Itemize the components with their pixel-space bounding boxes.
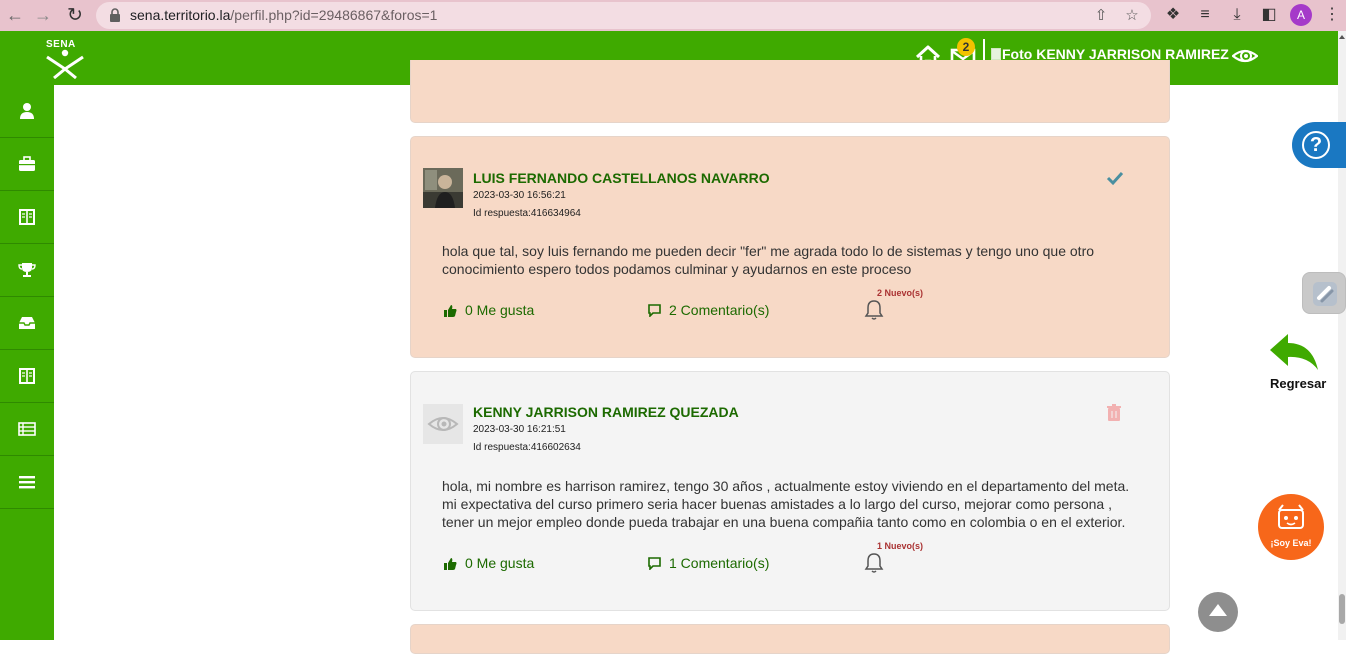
post-date: 2023-03-30 16:56:21 — [473, 190, 566, 201]
bell-icon[interactable] — [864, 552, 884, 574]
back-button-label[interactable]: Regresar — [1270, 376, 1326, 391]
like-button[interactable]: 0 Me gusta — [444, 555, 534, 571]
forum-post: LUIS FERNANDO CASTELLANOS NAVARRO 2023-0… — [410, 136, 1170, 358]
eva-label: ¡Soy Eva! — [1270, 538, 1312, 548]
url-text: sena.territorio.la/perfil.php?id=2948686… — [130, 7, 437, 23]
forum-post-next — [410, 624, 1170, 654]
sidebar-item-achievements[interactable] — [0, 244, 54, 297]
url-host: sena.territorio.la — [130, 7, 231, 23]
reading-list-icon[interactable]: ≡ — [1195, 5, 1215, 25]
post-reply-id: Id respuesta:416602634 — [473, 442, 581, 453]
eva-assistant-button[interactable]: ¡Soy Eva! — [1258, 494, 1324, 560]
like-count: 0 Me gusta — [465, 555, 535, 571]
like-button[interactable]: 0 Me gusta — [444, 302, 534, 318]
mail-count-badge: 2 — [957, 38, 975, 56]
browser-toolbar: ← → ↻ sena.territorio.la/perfil.php?id=2… — [0, 0, 1346, 31]
book-icon — [19, 368, 35, 384]
eva-robot-icon — [1278, 504, 1304, 529]
scroll-to-top-button[interactable] — [1198, 592, 1238, 632]
sidebar-item-portfolio[interactable] — [0, 138, 54, 191]
download-icon[interactable]: ⤓ — [1227, 5, 1247, 25]
inbox-icon — [19, 317, 35, 329]
sidebar-item-list[interactable] — [0, 403, 54, 456]
comments-button[interactable]: 2 Comentario(s) — [648, 302, 769, 318]
comment-count: 2 Comentario(s) — [669, 302, 770, 318]
address-bar[interactable]: sena.territorio.la/perfil.php?id=2948686… — [96, 2, 1151, 29]
post-date: 2023-03-30 16:21:51 — [473, 424, 566, 435]
book-icon — [19, 209, 35, 225]
lock-icon — [110, 8, 120, 22]
help-button[interactable]: ? — [1292, 122, 1346, 168]
menu-icon — [19, 476, 35, 489]
sidebar-item-profile[interactable] — [0, 85, 54, 138]
side-panel-icon[interactable]: ◧ — [1259, 5, 1279, 25]
author-avatar[interactable] — [423, 404, 463, 444]
extensions-puzzle-icon[interactable]: ❖ — [1163, 5, 1183, 25]
sena-logo[interactable]: SENA — [44, 39, 86, 79]
briefcase-icon — [19, 156, 35, 171]
left-sidebar — [0, 85, 54, 640]
extension-widget-button[interactable] — [1302, 272, 1346, 314]
new-notifications-badge: 1 Nuevo(s) — [877, 541, 924, 551]
broken-image-icon — [991, 48, 1001, 60]
sidebar-item-courses[interactable] — [0, 191, 54, 244]
extension-logo-icon — [1313, 282, 1337, 306]
check-icon — [1106, 171, 1124, 186]
trophy-icon — [18, 263, 36, 277]
bookmark-star-icon[interactable]: ☆ — [1123, 7, 1141, 25]
eye-logo-icon[interactable] — [1232, 45, 1258, 67]
post-body: hola, mi nombre es harrison ramirez, ten… — [442, 478, 1130, 530]
trash-icon[interactable] — [1104, 403, 1124, 423]
help-question-icon: ? — [1302, 131, 1330, 159]
comment-icon — [648, 556, 661, 570]
forum-post-previous — [410, 60, 1170, 123]
author-avatar[interactable] — [423, 168, 463, 208]
post-body: hola que tal, soy luis fernando me puede… — [442, 243, 1095, 277]
sena-emblem-icon — [46, 49, 84, 79]
sidebar-item-library[interactable] — [0, 350, 54, 403]
comments-button[interactable]: 1 Comentario(s) — [648, 555, 769, 571]
back-arrow-icon[interactable] — [1268, 332, 1322, 374]
profile-avatar[interactable]: A — [1290, 4, 1312, 26]
post-author[interactable]: LUIS FERNANDO CASTELLANOS NAVARRO — [473, 170, 770, 186]
forum-post: KENNY JARRISON RAMIREZ QUEZADA 2023-03-3… — [410, 371, 1170, 611]
new-notifications-badge: 2 Nuevo(s) — [877, 288, 924, 298]
sidebar-item-inbox[interactable] — [0, 297, 54, 350]
comment-count: 1 Comentario(s) — [669, 555, 770, 571]
sidebar-item-menu[interactable] — [0, 456, 54, 509]
bell-icon[interactable] — [864, 299, 884, 321]
back-icon[interactable]: ← — [2, 2, 28, 28]
url-path: /perfil.php?id=29486867&foros=1 — [230, 7, 438, 23]
post-reply-id: Id respuesta:416634964 — [473, 208, 581, 219]
share-icon[interactable]: ⇧ — [1092, 7, 1110, 25]
comment-icon — [648, 303, 661, 317]
post-author[interactable]: KENNY JARRISON RAMIREZ QUEZADA — [473, 404, 739, 420]
scrollbar-thumb[interactable] — [1339, 594, 1345, 624]
forward-icon[interactable]: → — [30, 2, 56, 28]
chevron-up-icon — [1209, 604, 1227, 616]
thumbs-up-icon — [444, 557, 457, 570]
reload-icon[interactable]: ↻ — [62, 2, 88, 28]
thumbs-up-icon — [444, 304, 457, 317]
user-icon — [20, 103, 34, 119]
list-icon — [18, 422, 36, 436]
scroll-up-arrow-icon[interactable] — [1339, 35, 1345, 39]
like-count: 0 Me gusta — [465, 302, 535, 318]
kebab-menu-icon[interactable]: ⋮ — [1322, 5, 1342, 25]
